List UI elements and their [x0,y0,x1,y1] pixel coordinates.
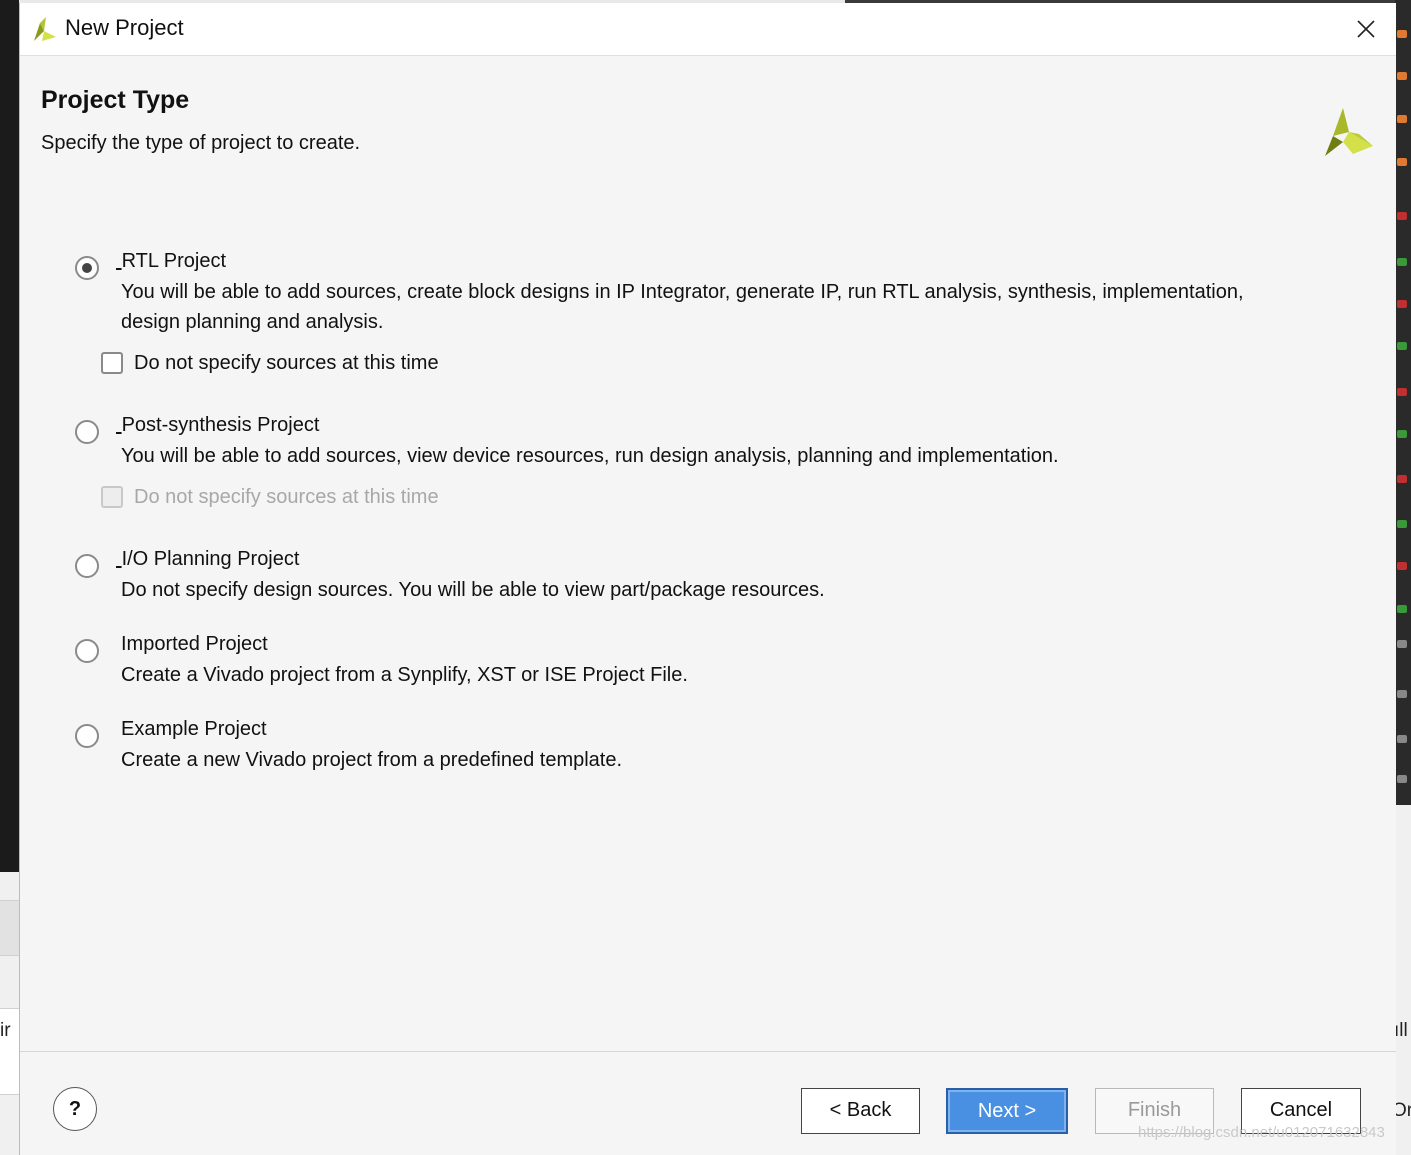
background-marker [1397,30,1407,38]
radio-post-synthesis-project[interactable] [75,420,99,444]
title-bar[interactable]: New Project [20,3,1396,56]
next-button[interactable]: Next > [946,1088,1068,1134]
background-marker [1397,735,1407,743]
vivado-brand-logo [1325,108,1373,156]
io-planning-project-description: Do not specify design sources. You will … [121,579,825,601]
rtl-project-description-line2: design planning and analysis. [121,311,384,333]
example-project-description: Create a new Vivado project from a prede… [121,749,623,771]
background-left-band [0,900,19,956]
background-marker [1397,520,1407,528]
background-marker [1397,775,1407,783]
watermark-text: https://blog.csdn.net/u012071632843 [1138,1124,1385,1141]
background-marker [1397,430,1407,438]
background-marker [1397,212,1407,220]
io-planning-project-label-text: I/O Planning Project [121,548,300,570]
example-project-label[interactable]: Example Project [121,718,267,741]
post-synthesis-no-sources-label: Do not specify sources at this time [134,486,439,508]
new-project-dialog: New Project Project Type Specify the typ… [19,3,1396,1155]
radio-rtl-project[interactable] [75,256,99,280]
footer-separator [20,1051,1396,1052]
background-marker [1397,690,1407,698]
help-button[interactable]: ? [53,1087,97,1131]
post-synthesis-no-sources-checkbox [101,486,123,508]
background-marker [1397,562,1407,570]
radio-example-project[interactable] [75,724,99,748]
background-marker [1397,388,1407,396]
close-button[interactable] [1348,11,1384,47]
background-marker [1397,115,1407,123]
background-marker [1397,72,1407,80]
post-synthesis-project-label[interactable]: Post-synthesis Project [116,414,320,437]
radio-imported-project[interactable] [75,639,99,663]
background-marker [1397,475,1407,483]
background-marker [1397,640,1407,648]
rtl-project-description: You will be able to add sources, create … [121,281,1244,303]
background-marker [1397,158,1407,166]
rtl-project-label-text: RTL Project [121,250,227,272]
background-marker [1397,300,1407,308]
page-title: Project Type [41,86,190,114]
page-subtitle: Specify the type of project to create. [41,132,361,154]
post-synthesis-project-label-text: Post-synthesis Project [121,414,320,436]
background-marker [1397,342,1407,350]
background-right-text: ıll [1394,1020,1408,1041]
back-button[interactable]: < Back [801,1088,920,1134]
post-synthesis-project-description: You will be able to add sources, view de… [121,445,1059,467]
background-left-text: ir [0,1020,11,1041]
rtl-project-label[interactable]: RTL Project [116,250,226,273]
imported-project-label[interactable]: Imported Project [121,633,268,656]
close-icon [1357,20,1375,38]
background-marker [1397,605,1407,613]
io-planning-project-label[interactable]: I/O Planning Project [116,548,300,571]
radio-io-planning-project[interactable] [75,554,99,578]
background-marker [1397,258,1407,266]
radio-selected-dot [82,263,92,273]
vivado-logo-icon [34,17,56,41]
rtl-no-sources-checkbox[interactable] [101,352,123,374]
window-title: New Project [65,15,184,40]
rtl-no-sources-label[interactable]: Do not specify sources at this time [134,352,439,375]
imported-project-description: Create a Vivado project from a Synplify,… [121,664,688,686]
